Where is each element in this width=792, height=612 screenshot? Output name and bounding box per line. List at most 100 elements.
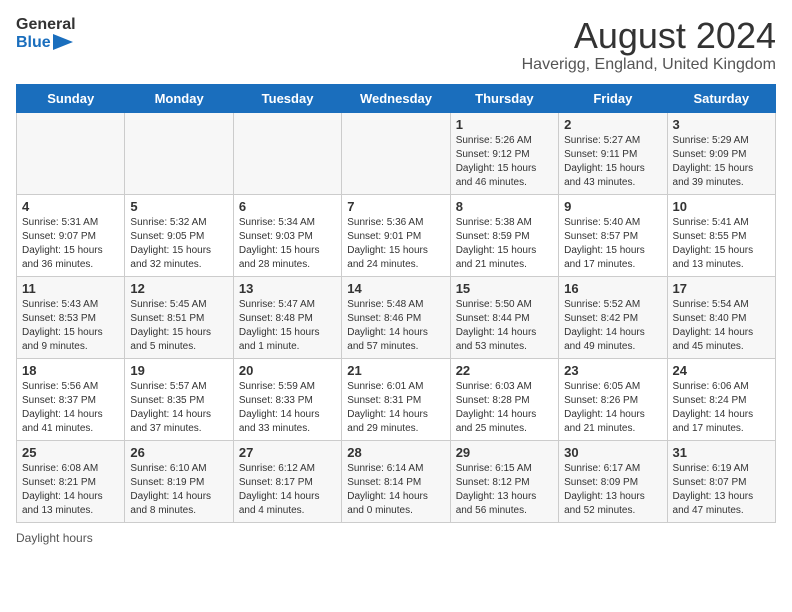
calendar-cell: 1Sunrise: 5:26 AM Sunset: 9:12 PM Daylig… (450, 112, 558, 194)
day-info: Sunrise: 5:59 AM Sunset: 8:33 PM Dayligh… (239, 380, 336, 436)
day-info: Sunrise: 5:32 AM Sunset: 9:05 PM Dayligh… (130, 216, 227, 272)
day-info: Sunrise: 5:50 AM Sunset: 8:44 PM Dayligh… (456, 298, 553, 354)
day-header-saturday: Saturday (667, 84, 775, 112)
day-info: Sunrise: 5:57 AM Sunset: 8:35 PM Dayligh… (130, 380, 227, 436)
calendar-cell (125, 112, 233, 194)
day-number: 26 (130, 445, 227, 460)
page-header: General Blue August 2024 Haverigg, Engla… (16, 16, 776, 74)
calendar-cell: 14 Sunrise: 5:48 AM Sunset: 8:46 PM Dayli… (342, 276, 450, 358)
calendar-cell: 26 Sunrise: 6:10 AM Sunset: 8:19 PM Dayli… (125, 440, 233, 522)
day-info: Sunrise: 5:27 AM Sunset: 9:11 PM Dayligh… (564, 134, 661, 190)
calendar-cell: 22 Sunrise: 6:03 AM Sunset: 8:28 PM Dayli… (450, 358, 558, 440)
day-number: 28 (347, 445, 444, 460)
day-info: Sunrise: 5:36 AM Sunset: 9:01 PM Dayligh… (347, 216, 444, 272)
calendar-cell: 27 Sunrise: 6:12 AM Sunset: 8:17 PM Dayli… (233, 440, 341, 522)
day-number: 17 (673, 281, 770, 296)
logo: General Blue (16, 16, 76, 51)
day-info: Sunrise: 6:14 AM Sunset: 8:14 PM Dayligh… (347, 462, 444, 518)
calendar-cell: 3 Sunrise: 5:29 AM Sunset: 9:09 PM Daylig… (667, 112, 775, 194)
calendar-week-3: 11 Sunrise: 5:43 AM Sunset: 8:53 PM Dayli… (17, 276, 776, 358)
day-number: 4 (22, 199, 119, 214)
calendar-cell: 13 Sunrise: 5:47 AM Sunset: 8:48 PM Dayli… (233, 276, 341, 358)
day-number: 3 (673, 117, 770, 132)
day-info: Sunrise: 5:43 AM Sunset: 8:53 PM Dayligh… (22, 298, 119, 354)
day-number: 24 (673, 363, 770, 378)
day-info: Sunrise: 5:45 AM Sunset: 8:51 PM Dayligh… (130, 298, 227, 354)
logo-blue: Blue (16, 34, 73, 52)
day-info: Sunrise: 6:12 AM Sunset: 8:17 PM Dayligh… (239, 462, 336, 518)
day-number: 11 (22, 281, 119, 296)
calendar-week-4: 18 Sunrise: 5:56 AM Sunset: 8:37 PM Dayli… (17, 358, 776, 440)
day-header-tuesday: Tuesday (233, 84, 341, 112)
calendar-cell: 30 Sunrise: 6:17 AM Sunset: 8:09 PM Dayli… (559, 440, 667, 522)
calendar-cell: 9 Sunrise: 5:40 AM Sunset: 8:57 PM Daylig… (559, 194, 667, 276)
calendar-cell: 19 Sunrise: 5:57 AM Sunset: 8:35 PM Dayli… (125, 358, 233, 440)
calendar-week-2: 4Sunrise: 5:31 AM Sunset: 9:07 PM Daylig… (17, 194, 776, 276)
day-number: 10 (673, 199, 770, 214)
calendar-cell: 17 Sunrise: 5:54 AM Sunset: 8:40 PM Dayli… (667, 276, 775, 358)
calendar-cell: 20Sunrise: 5:59 AM Sunset: 8:33 PM Dayli… (233, 358, 341, 440)
calendar-cell (342, 112, 450, 194)
calendar-cell: 15 Sunrise: 5:50 AM Sunset: 8:44 PM Dayli… (450, 276, 558, 358)
calendar-table: SundayMondayTuesdayWednesdayThursdayFrid… (16, 84, 776, 523)
logo-arrow-icon (53, 34, 73, 50)
calendar-cell: 10Sunrise: 5:41 AM Sunset: 8:55 PM Dayli… (667, 194, 775, 276)
location-subtitle: Haverigg, England, United Kingdom (522, 56, 776, 74)
day-info: Sunrise: 5:56 AM Sunset: 8:37 PM Dayligh… (22, 380, 119, 436)
day-info: Sunrise: 5:47 AM Sunset: 8:48 PM Dayligh… (239, 298, 336, 354)
calendar-cell: 7 Sunrise: 5:36 AM Sunset: 9:01 PM Daylig… (342, 194, 450, 276)
day-number: 21 (347, 363, 444, 378)
month-title: August 2024 (522, 16, 776, 56)
day-number: 9 (564, 199, 661, 214)
calendar-cell: 18 Sunrise: 5:56 AM Sunset: 8:37 PM Dayli… (17, 358, 125, 440)
day-number: 12 (130, 281, 227, 296)
calendar-cell: 4Sunrise: 5:31 AM Sunset: 9:07 PM Daylig… (17, 194, 125, 276)
day-info: Sunrise: 5:34 AM Sunset: 9:03 PM Dayligh… (239, 216, 336, 272)
day-info: Sunrise: 6:17 AM Sunset: 8:09 PM Dayligh… (564, 462, 661, 518)
calendar-cell: 28 Sunrise: 6:14 AM Sunset: 8:14 PM Dayli… (342, 440, 450, 522)
day-number: 27 (239, 445, 336, 460)
day-info: Sunrise: 6:15 AM Sunset: 8:12 PM Dayligh… (456, 462, 553, 518)
day-header-thursday: Thursday (450, 84, 558, 112)
calendar-cell: 29Sunrise: 6:15 AM Sunset: 8:12 PM Dayli… (450, 440, 558, 522)
day-number: 19 (130, 363, 227, 378)
calendar-cell: 8Sunrise: 5:38 AM Sunset: 8:59 PM Daylig… (450, 194, 558, 276)
calendar-cell: 6 Sunrise: 5:34 AM Sunset: 9:03 PM Daylig… (233, 194, 341, 276)
title-area: August 2024 Haverigg, England, United Ki… (522, 16, 776, 74)
day-number: 23 (564, 363, 661, 378)
day-info: Sunrise: 6:03 AM Sunset: 8:28 PM Dayligh… (456, 380, 553, 436)
day-number: 30 (564, 445, 661, 460)
day-info: Sunrise: 6:05 AM Sunset: 8:26 PM Dayligh… (564, 380, 661, 436)
day-number: 8 (456, 199, 553, 214)
day-info: Sunrise: 6:10 AM Sunset: 8:19 PM Dayligh… (130, 462, 227, 518)
day-header-wednesday: Wednesday (342, 84, 450, 112)
day-number: 22 (456, 363, 553, 378)
day-info: Sunrise: 5:29 AM Sunset: 9:09 PM Dayligh… (673, 134, 770, 190)
day-info: Sunrise: 5:40 AM Sunset: 8:57 PM Dayligh… (564, 216, 661, 272)
day-number: 6 (239, 199, 336, 214)
day-number: 1 (456, 117, 553, 132)
day-number: 7 (347, 199, 444, 214)
day-number: 25 (22, 445, 119, 460)
days-header-row: SundayMondayTuesdayWednesdayThursdayFrid… (17, 84, 776, 112)
calendar-cell: 2Sunrise: 5:27 AM Sunset: 9:11 PM Daylig… (559, 112, 667, 194)
day-number: 14 (347, 281, 444, 296)
calendar-cell: 24Sunrise: 6:06 AM Sunset: 8:24 PM Dayli… (667, 358, 775, 440)
day-header-sunday: Sunday (17, 84, 125, 112)
day-info: Sunrise: 5:48 AM Sunset: 8:46 PM Dayligh… (347, 298, 444, 354)
day-number: 13 (239, 281, 336, 296)
day-info: Sunrise: 6:01 AM Sunset: 8:31 PM Dayligh… (347, 380, 444, 436)
logo-general: General (16, 16, 76, 34)
calendar-cell: 21 Sunrise: 6:01 AM Sunset: 8:31 PM Dayli… (342, 358, 450, 440)
day-number: 31 (673, 445, 770, 460)
day-number: 5 (130, 199, 227, 214)
calendar-cell: 5 Sunrise: 5:32 AM Sunset: 9:05 PM Daylig… (125, 194, 233, 276)
calendar-cell: 23 Sunrise: 6:05 AM Sunset: 8:26 PM Dayli… (559, 358, 667, 440)
calendar-cell (233, 112, 341, 194)
day-info: Sunrise: 6:08 AM Sunset: 8:21 PM Dayligh… (22, 462, 119, 518)
day-number: 15 (456, 281, 553, 296)
footer-note: Daylight hours (16, 531, 776, 545)
calendar-cell: 12 Sunrise: 5:45 AM Sunset: 8:51 PM Dayli… (125, 276, 233, 358)
day-info: Sunrise: 5:54 AM Sunset: 8:40 PM Dayligh… (673, 298, 770, 354)
day-number: 18 (22, 363, 119, 378)
